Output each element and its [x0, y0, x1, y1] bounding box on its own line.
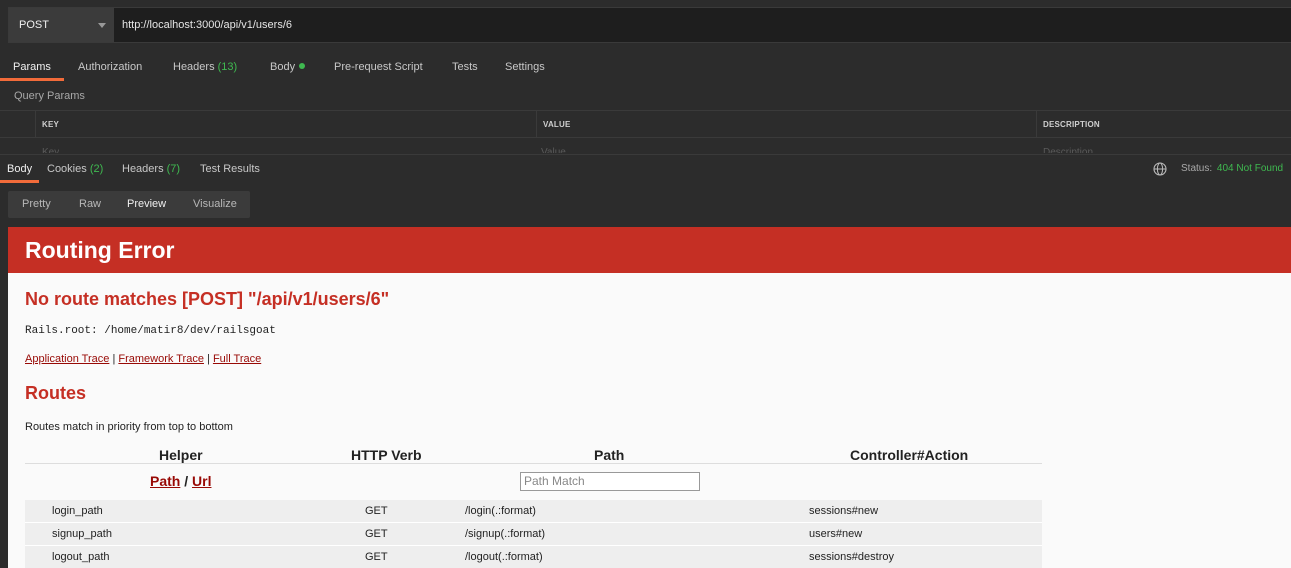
description-column-header: DESCRIPTION	[1036, 111, 1291, 138]
response-tab-cookies[interactable]: Cookies (2)	[47, 155, 103, 183]
key-input[interactable]: Key	[42, 139, 59, 153]
path-cell: /logout(.:format)	[465, 551, 543, 563]
url-text: http://localhost:3000/api/v1/users/6	[122, 19, 292, 31]
tab-label: Settings	[505, 61, 545, 73]
path-match-input[interactable]: Path Match	[520, 472, 700, 491]
framework-trace-link[interactable]: Framework Trace	[118, 353, 204, 365]
tab-count: (13)	[217, 61, 238, 73]
value-input[interactable]: Value	[541, 139, 566, 153]
tab-label: Test Results	[200, 163, 260, 175]
table-row: logout_path GET /logout(.:format) sessio…	[25, 546, 1042, 568]
tab-headers[interactable]: Headers (13)	[173, 53, 237, 81]
url-input[interactable]: http://localhost:3000/api/v1/users/6	[114, 8, 1291, 42]
tab-label: Headers	[173, 61, 215, 73]
separator: |	[207, 353, 210, 365]
tab-count: (2)	[89, 163, 104, 175]
application-trace-link[interactable]: Application Trace	[25, 353, 109, 365]
table-row: signup_path GET /signup(.:format) users#…	[25, 523, 1042, 546]
routes-title: Routes	[25, 383, 87, 403]
view-tab-pretty[interactable]: Pretty	[22, 191, 51, 218]
helper-cell: login_path	[52, 505, 103, 517]
active-tab-indicator	[0, 78, 64, 81]
response-tabs: Body Cookies (2) Headers (7) Test Result…	[0, 154, 1291, 184]
query-params-title: Query Params	[14, 90, 85, 102]
tab-label: Params	[13, 61, 51, 73]
full-trace-link[interactable]: Full Trace	[213, 353, 261, 365]
tab-tests[interactable]: Tests	[452, 53, 478, 81]
tab-count: (7)	[166, 163, 181, 175]
tab-label: Body	[7, 163, 33, 175]
helper-cell: signup_path	[52, 528, 112, 540]
response-tab-body[interactable]: Body	[7, 155, 32, 183]
action-cell: users#new	[809, 528, 863, 540]
status-value[interactable]: 404 Not Found	[1217, 163, 1283, 174]
tab-label: Cookies	[47, 163, 87, 175]
key-column-header: KEY	[35, 111, 536, 138]
verb-cell: GET	[365, 551, 388, 563]
view-tab-visualize[interactable]: Visualize	[193, 191, 237, 218]
tab-settings[interactable]: Settings	[505, 53, 545, 81]
http-verb-header: HTTP Verb	[351, 447, 422, 463]
tab-label: Body	[270, 61, 296, 73]
view-tab-preview[interactable]: Preview	[127, 191, 166, 218]
routes-description: Routes match in priority from top to bot…	[25, 421, 233, 433]
view-tab-raw[interactable]: Raw	[79, 191, 101, 218]
error-banner: Routing Error	[8, 227, 1291, 273]
path-url-toggle: Path / Url	[150, 473, 211, 489]
path-header: Path	[594, 447, 625, 463]
tab-params[interactable]: Params	[13, 53, 51, 81]
path-cell: /signup(.:format)	[465, 528, 546, 540]
response-preview: Routing Error No route matches [POST] "/…	[8, 227, 1291, 568]
table-row: login_path GET /login(.:format) sessions…	[25, 500, 1042, 523]
header-divider	[25, 463, 1042, 464]
path-cell: /login(.:format)	[465, 505, 536, 517]
globe-icon[interactable]	[1153, 162, 1167, 176]
params-table-header: KEY VALUE DESCRIPTION	[0, 110, 1291, 138]
helper-header: Helper	[159, 447, 203, 463]
body-indicator-dot	[299, 63, 306, 69]
separator: |	[112, 353, 116, 365]
action-cell: sessions#destroy	[809, 551, 894, 563]
separator: /	[184, 473, 189, 489]
url-link[interactable]: Url	[192, 473, 211, 489]
tab-body[interactable]: Body	[270, 53, 306, 81]
description-input[interactable]: Description	[1043, 139, 1093, 153]
rails-root: Rails.root: /home/matir8/dev/railsgoat	[25, 325, 276, 337]
response-tab-headers[interactable]: Headers (7)	[122, 155, 180, 183]
verb-cell: GET	[365, 528, 388, 540]
verb-cell: GET	[365, 505, 388, 517]
tab-label: Tests	[452, 61, 478, 73]
request-tabs: Params Authorization Headers (13) Body P…	[0, 53, 1291, 81]
tab-label: Headers	[122, 163, 164, 175]
method-select[interactable]: POST	[9, 8, 114, 42]
method-label: POST	[19, 19, 49, 31]
action-cell: sessions#new	[809, 505, 879, 517]
tab-label: Authorization	[78, 61, 143, 73]
helper-cell: logout_path	[52, 551, 110, 563]
tab-label: Pre-request Script	[334, 61, 423, 73]
tab-authorization[interactable]: Authorization	[78, 53, 142, 81]
tab-pre-request-script[interactable]: Pre-request Script	[334, 53, 423, 81]
response-tab-test-results[interactable]: Test Results	[200, 155, 260, 183]
error-message: No route matches [POST] "/api/v1/users/6…	[25, 289, 390, 309]
value-column-header: VALUE	[536, 111, 1037, 138]
path-link[interactable]: Path	[150, 473, 180, 489]
trace-links: Application Trace | Framework Trace | Fu…	[25, 353, 261, 365]
status-label: Status:	[1181, 163, 1213, 174]
chevron-down-icon	[98, 23, 106, 28]
response-status: Status: 404 Not Found	[1181, 155, 1283, 183]
active-response-tab-indicator	[0, 180, 39, 183]
request-bar: POST http://localhost:3000/api/v1/users/…	[8, 7, 1291, 43]
body-view-tabs: Pretty Raw Preview Visualize	[8, 191, 250, 218]
controller-action-header: Controller#Action	[850, 447, 969, 463]
